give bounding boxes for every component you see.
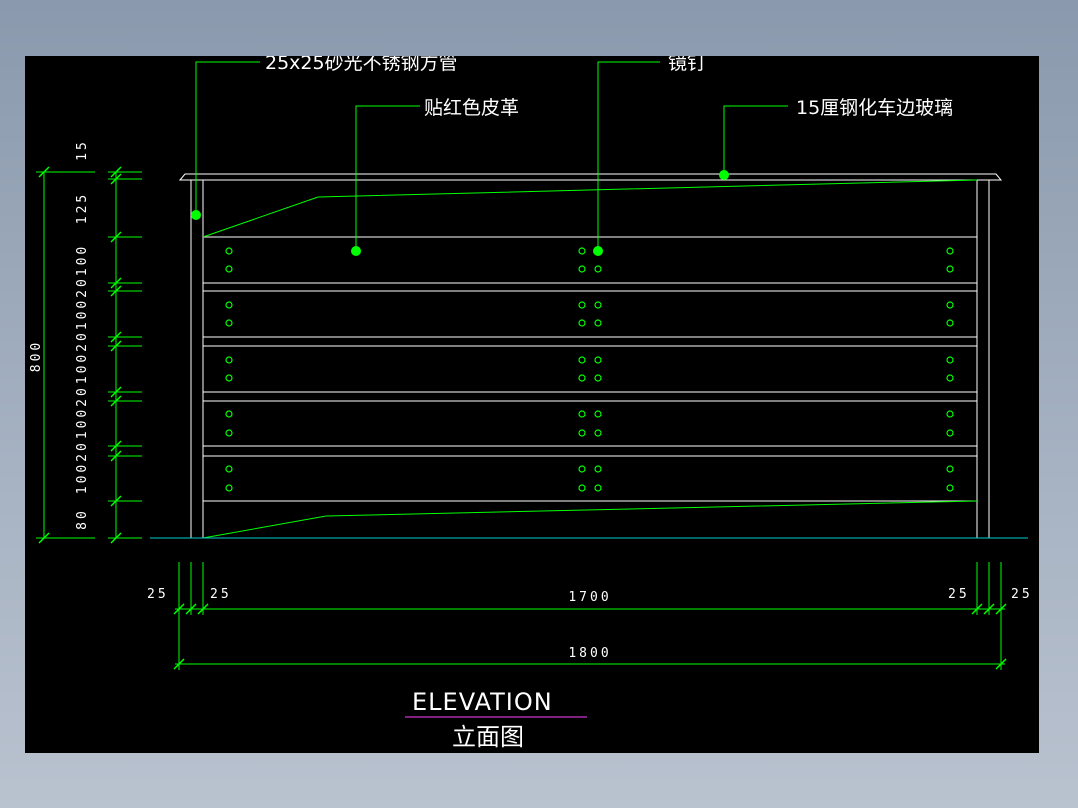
mirror-nail xyxy=(594,265,602,273)
drawing-title: ELEVATION 立面图 xyxy=(405,688,587,751)
dim-segment-label: 20 xyxy=(75,330,90,352)
dim-segment-label: 100 xyxy=(75,352,90,384)
mirror-nail xyxy=(225,356,233,364)
dim-middle: 1700 xyxy=(568,590,611,605)
cad-viewport: 25x25砂光不锈钢方管 贴红色皮革 镜钉 15厘钢化车边玻璃 800 15 12… xyxy=(25,56,1039,753)
dim-right-outer: 25 xyxy=(1011,587,1033,602)
mirror-nail xyxy=(946,265,954,273)
mirror-nail xyxy=(225,484,233,492)
dim-right-inner: 25 xyxy=(948,587,970,602)
glass-top-edge xyxy=(202,179,978,238)
mirror-nail xyxy=(225,465,233,473)
mirror-nail xyxy=(594,301,602,309)
leader-leather xyxy=(355,105,420,251)
mirror-nail xyxy=(946,319,954,327)
dim-segment-label: 100 xyxy=(75,298,90,330)
mirror-nail xyxy=(578,356,586,364)
dim-total: 1800 xyxy=(568,646,611,661)
mirror-nail xyxy=(594,429,602,437)
mirror-nail xyxy=(578,247,586,255)
mirror-nail xyxy=(594,410,602,418)
dim-segment-label: 100 xyxy=(75,407,90,439)
dim-segment-label: 20 xyxy=(75,385,90,407)
mirror-nail xyxy=(225,265,233,273)
mirror-nail xyxy=(578,265,586,273)
label-pipe: 25x25砂光不锈钢方管 xyxy=(265,56,458,74)
dim-segment-label: 125 xyxy=(75,192,90,224)
label-leather: 贴红色皮革 xyxy=(424,97,519,119)
dim-segment-label: 100 xyxy=(75,244,90,276)
mirror-nail xyxy=(225,301,233,309)
horizontal-dim-labels: 25 25 1700 25 25 1800 xyxy=(147,587,1033,661)
leaders xyxy=(195,61,788,251)
mirror-nail xyxy=(578,301,586,309)
dim-segment-label: 80 xyxy=(75,508,90,530)
title-chinese: 立面图 xyxy=(452,723,524,751)
dim-left-outer: 25 xyxy=(147,587,169,602)
label-mirror-nail: 镜钉 xyxy=(668,56,706,74)
mirror-nail xyxy=(594,374,602,382)
mirror-nail xyxy=(578,410,586,418)
mirror-nail xyxy=(594,356,602,364)
mirror-nail xyxy=(225,374,233,382)
mirror-nail xyxy=(946,301,954,309)
leader-pipe xyxy=(195,61,260,215)
mirror-nail xyxy=(946,429,954,437)
railing-elevation xyxy=(150,173,1028,539)
mirror-nail xyxy=(578,429,586,437)
mirror-nail xyxy=(578,319,586,327)
dim-segment-label: 20 xyxy=(75,440,90,462)
mirror-nail xyxy=(946,374,954,382)
top-rail xyxy=(178,173,1003,181)
mirror-nail xyxy=(225,319,233,327)
mirror-nail xyxy=(946,410,954,418)
mirror-nail xyxy=(594,465,602,473)
mirror-nail xyxy=(946,247,954,255)
mirror-nail xyxy=(946,356,954,364)
leader-labels: 25x25砂光不锈钢方管 贴红色皮革 镜钉 15厘钢化车边玻璃 xyxy=(265,56,953,119)
mirror-nail xyxy=(225,429,233,437)
mirror-nails xyxy=(225,247,954,492)
vertical-dimensions: 800 151251002010020100201002010080 xyxy=(29,139,142,544)
dim-segment-label: 20 xyxy=(75,276,90,298)
label-glass: 15厘钢化车边玻璃 xyxy=(796,97,953,119)
glass-bottom-edge xyxy=(202,500,978,539)
title-english: ELEVATION xyxy=(412,688,553,716)
panel-bands xyxy=(203,236,977,502)
leader-mirror-nail xyxy=(597,61,660,251)
dim-segment-label: 15 xyxy=(75,139,90,161)
mirror-nail xyxy=(578,374,586,382)
mirror-nail xyxy=(594,319,602,327)
leader-glass xyxy=(723,105,788,175)
mirror-nail xyxy=(225,247,233,255)
dim-left-inner: 25 xyxy=(210,587,232,602)
mirror-nail xyxy=(946,465,954,473)
mirror-nail xyxy=(946,484,954,492)
mirror-nail xyxy=(578,484,586,492)
dim-overall-height: 800 xyxy=(29,340,44,372)
dim-segment-label: 100 xyxy=(75,462,90,494)
mirror-nail xyxy=(225,410,233,418)
mirror-nail xyxy=(594,484,602,492)
mirror-nail xyxy=(578,465,586,473)
